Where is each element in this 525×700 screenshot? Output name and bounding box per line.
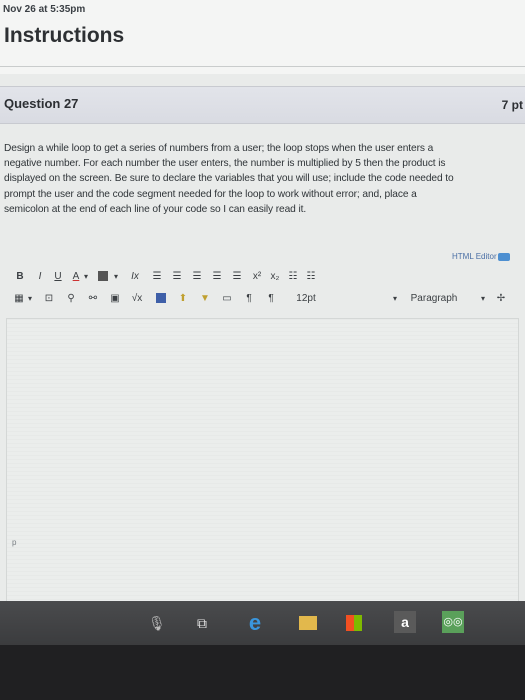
question-body: Design a while loop to get a series of n… (4, 141, 524, 217)
numbered-list-icon: ☷ (306, 271, 316, 282)
underline-button[interactable]: U (52, 268, 64, 286)
outdent-icon: ☰ (232, 271, 242, 282)
highlight-icon (98, 271, 108, 282)
keyboard-icon (497, 252, 510, 261)
tripadvisor-icon[interactable]: ◎◎ (442, 611, 464, 633)
text-color-dropdown-icon[interactable]: ▾ (82, 268, 90, 286)
table-icon: ▦ (14, 293, 24, 304)
question-header: Question 27 7 pt (0, 86, 525, 124)
align-left-icon: ☰ (152, 271, 162, 282)
text-color-button[interactable]: A (70, 268, 82, 286)
equation-button[interactable]: √x (130, 290, 144, 308)
due-date-text: Nov 26 at 5:35pm (3, 4, 86, 15)
embed-button[interactable]: ⊡ (42, 290, 56, 308)
question-line: Design a while loop to get a series of n… (4, 143, 434, 154)
record-button[interactable]: ▼ (198, 290, 212, 308)
equation-icon: √x (131, 293, 143, 304)
image-icon: ▣ (110, 293, 120, 304)
link-icon: ⚲ (67, 293, 75, 304)
html-editor-label: HTML Editor (452, 252, 497, 261)
highlight-color-button[interactable] (96, 268, 110, 286)
fullscreen-button[interactable]: ✢ (494, 290, 508, 308)
ltr-direction-button[interactable]: ¶ (242, 290, 256, 308)
page-title: Instructions (4, 24, 125, 47)
superscript-button[interactable]: x² (250, 268, 264, 286)
html-editor-link[interactable]: HTML Editor (452, 252, 510, 261)
fullscreen-icon: ✢ (496, 293, 506, 304)
file-explorer-icon[interactable] (296, 611, 320, 635)
link-button[interactable]: ⚲ (64, 290, 78, 308)
upload-button[interactable]: ⬆ (176, 290, 190, 308)
folder-icon (299, 615, 317, 630)
table-dropdown-icon[interactable]: ▾ (26, 290, 34, 308)
outdent-button[interactable]: ☰ (230, 268, 244, 286)
bullet-list-icon: ☷ (288, 271, 298, 282)
align-right-icon: ☰ (192, 271, 202, 282)
amazon-icon[interactable]: a (394, 611, 416, 633)
image-button[interactable]: ▣ (108, 290, 122, 308)
element-path: p (12, 538, 17, 547)
highlight-dropdown-icon[interactable]: ▾ (112, 268, 120, 286)
edge-browser-icon[interactable]: e (243, 611, 267, 635)
editor-toolbar-formatting: B I U A ▾ ▾ Ix ☰ ☰ ☰ ☰ ☰ x² x₂ ☷ ☷ (10, 268, 520, 286)
numbered-list-button[interactable]: ☷ (304, 268, 318, 286)
italic-button[interactable]: I (34, 268, 46, 286)
microphone-icon[interactable]: 🎙 (148, 611, 166, 635)
align-center-button[interactable]: ☰ (170, 268, 184, 286)
subscript-button[interactable]: x₂ (268, 268, 282, 286)
align-right-button[interactable]: ☰ (190, 268, 204, 286)
indent-icon: ☰ (212, 271, 222, 282)
align-center-icon: ☰ (172, 271, 182, 282)
ltr-icon: ¶ (246, 293, 252, 304)
font-size-dropdown-icon[interactable]: ▾ (390, 290, 400, 308)
question-points: 7 pt (501, 98, 523, 112)
format-dropdown-icon[interactable]: ▾ (478, 290, 488, 308)
question-line: semicolon at the end of each line of you… (4, 203, 307, 215)
question-line: prompt the user and the code segment nee… (4, 188, 417, 200)
media-button[interactable] (154, 290, 168, 308)
embed-icon: ⊡ (44, 293, 54, 304)
font-size-select[interactable]: 12pt (286, 290, 326, 308)
table-button[interactable]: ▦ (12, 290, 26, 308)
unlink-button[interactable]: ⚯ (86, 290, 100, 308)
media-player-button[interactable]: ▭ (220, 290, 234, 308)
paragraph-format-select[interactable]: Paragraph (406, 290, 462, 308)
taskbar: 🎙 ⧉ e a ◎◎ (0, 601, 525, 645)
title-divider (0, 66, 525, 67)
unlink-icon: ⚯ (88, 293, 98, 304)
rtl-direction-button[interactable]: ¶ (264, 290, 278, 308)
media-player-icon: ▭ (222, 293, 232, 304)
question-line: negative number. For each number the use… (4, 158, 446, 170)
clear-formatting-button[interactable]: Ix (128, 268, 142, 286)
answer-editor[interactable] (6, 318, 519, 610)
bullet-list-button[interactable]: ☷ (286, 268, 300, 286)
store-bag-icon (346, 614, 362, 631)
media-icon (156, 293, 166, 304)
task-view-icon[interactable]: ⧉ (190, 611, 214, 635)
store-icon[interactable] (342, 611, 366, 635)
rtl-icon: ¶ (268, 293, 274, 304)
upload-icon: ⬆ (178, 293, 188, 304)
question-line: displayed on the screen. Be sure to decl… (4, 173, 454, 185)
indent-button[interactable]: ☰ (210, 268, 224, 286)
bold-button[interactable]: B (14, 268, 26, 286)
question-title: Question 27 (4, 96, 79, 111)
record-icon: ▼ (200, 293, 210, 304)
editor-toolbar-insert: ▦ ▾ ⊡ ⚲ ⚯ ▣ √x ⬆ ▼ ▭ ¶ ¶ 12pt ▾ Paragrap… (10, 290, 520, 308)
align-left-button[interactable]: ☰ (150, 268, 164, 286)
screen-bezel (0, 645, 525, 700)
